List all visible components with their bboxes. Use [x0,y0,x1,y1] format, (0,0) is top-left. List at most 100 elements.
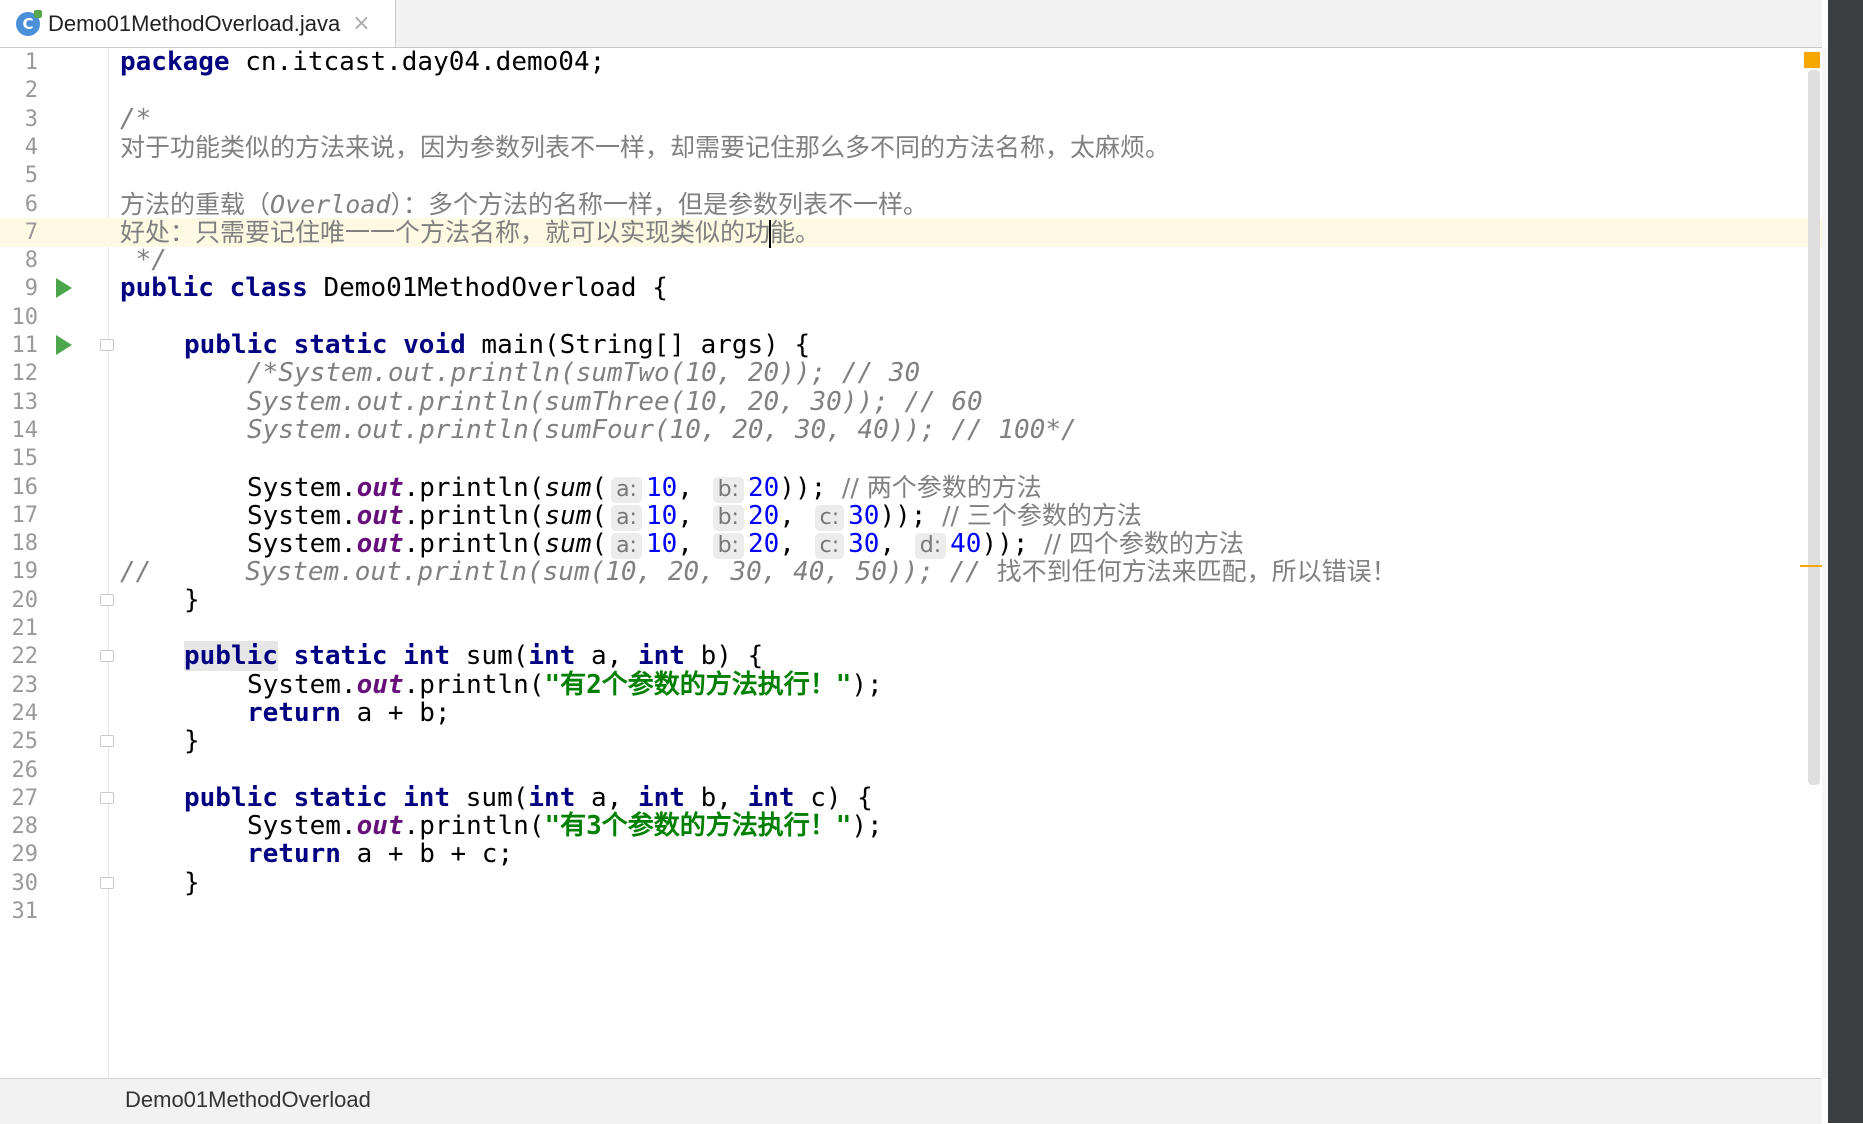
line-number: 1 [24,50,38,75]
line-number: 10 [11,304,39,330]
fold-icon[interactable] [100,791,114,804]
java-class-icon: C [16,9,42,36]
line-number: 13 [11,389,39,415]
param-hint: b: [712,476,744,503]
code-line-7: 7 好处：只需要记住唯一一个方法名称，就可以实现类似的功能。 [0,217,1822,248]
code-line-20: 20 } [0,584,1822,615]
code-line-31: 31 [0,897,1822,926]
code-text: } [184,867,200,898]
breadcrumb-item-class[interactable]: Demo01MethodOverload [125,1087,371,1113]
line-number: 9 [24,276,38,302]
line-number: 12 [11,361,39,387]
code-text: public class Demo01MethodOverload { [120,273,668,304]
code-line-11: 11 public static void main(String[] args… [0,331,1822,360]
code-text: System.out.println(sumThree(10, 20, 30))… [247,386,983,417]
code-line-9: 9 public class Demo01MethodOverload { [0,274,1822,303]
code-line-18: 18 System.out.println(sum(a: 10, b: 20, c:… [0,529,1822,560]
line-number: 7 [24,219,38,245]
code-line-1: 1 package cn.itcast.day04.demo04; [0,48,1822,77]
param-hint: b: [712,504,744,531]
param-hint: a: [611,533,642,560]
line-number: 19 [11,559,39,585]
line-number: 24 [11,700,39,726]
line-number: 31 [11,899,39,924]
line-number: 20 [11,587,39,613]
code-line-6: 6 方法的重载（Overload）：多个方法的名称一样，但是参数列表不一样。 [0,190,1822,219]
code-text: return a + b; [247,697,451,728]
line-number: 3 [24,106,38,132]
run-icon[interactable] [56,335,72,355]
code-text: /* [120,103,152,134]
code-text: 方法的重载（Overload）：多个方法的名称一样，但是参数列表不一样。 [120,189,928,219]
code-line-8: 8 */ [0,246,1822,275]
code-text: System.out.println(sum(a: 10, b: 20, c: 30,… [247,529,1244,560]
tab-demo01methodoverload[interactable]: C Demo01MethodOverload.java × [0,0,396,47]
code-line-21: 21 [0,614,1822,643]
line-number: 2 [24,78,38,104]
code-text: System.out.println("有2个参数的方法执行！"); [247,669,883,700]
code-line-28: 28 System.out.println("有3个参数的方法执行！"); [0,812,1822,841]
line-number: 23 [11,672,39,698]
line-number: 14 [11,417,39,443]
code-line-30: 30 } [0,867,1822,898]
code-line-25: 25 } [0,727,1822,756]
code-line-17: 17 System.out.println(sum(a: 10, b: 20, c:… [0,500,1822,531]
warning-stripe-mark[interactable] [1800,565,1822,567]
code-line-15: 15 [0,444,1822,473]
code-line-4: 4 对于功能类似的方法来说，因为参数列表不一样，却需要记住那么多不同的方法名称，… [0,133,1822,162]
param-hint: c: [814,504,845,531]
code-text: public static int sum(int a, int b) { [184,641,764,672]
code-line-24: 24 return a + b; [0,697,1822,728]
warning-marker-icon[interactable] [1804,52,1820,68]
code-editor[interactable]: 1 package cn.itcast.day04.demo04; 2 3 /*… [0,48,1822,1078]
code-line-27: 27 public static int sum(int a, int b, i… [0,783,1822,813]
line-number: 8 [24,248,38,274]
code-line-14: 14 System.out.println(sumFour(10, 20, 30… [0,414,1822,445]
fold-icon[interactable] [100,735,114,748]
fold-icon[interactable] [100,876,114,889]
param-hint: c: [814,533,845,560]
code-line-13: 13 System.out.println(sumThree(10, 20, 3… [0,386,1822,417]
run-icon[interactable] [56,278,72,299]
code-text: return a + b + c; [247,839,514,870]
line-number: 21 [11,616,39,641]
code-text: 好处：只需要记住唯一一个方法名称，就可以实现类似的功能。 [120,217,821,248]
vertical-scrollbar[interactable] [1808,70,1820,785]
code-line-5: 5 [0,161,1822,190]
line-number: 22 [11,644,39,670]
param-hint: a: [611,504,642,531]
line-number: 28 [11,814,39,840]
code-line-23: 23 System.out.println("有2个参数的方法执行！"); [0,669,1822,700]
code-line-16: 16 System.out.println(sum(a: 10, b: 20)); … [0,472,1822,503]
fold-icon[interactable] [100,339,114,351]
param-hint: d: [914,533,947,560]
line-number: 11 [11,333,39,358]
code-line-29: 29 return a + b + c; [0,840,1822,869]
line-number: 26 [11,757,39,783]
code-text: System.out.println("有3个参数的方法执行！"); [247,811,883,842]
code-text: System.out.println(sum(a: 10, b: 20)); // … [247,472,1042,503]
line-number: 29 [11,842,39,868]
code-text: System.out.println(sum(a: 10, b: 20, c: 30)… [247,500,1142,531]
fold-icon[interactable] [100,593,114,606]
code-line-22: 22 public static int sum(int a, int b) { [0,641,1822,672]
code-text: public static void main(String[] args) { [184,330,811,360]
line-number: 15 [11,446,39,472]
code-line-3: 3 /* [0,103,1822,134]
code-text: } [184,584,200,615]
code-text: } [184,726,200,757]
line-number: 18 [11,531,39,557]
fold-icon[interactable] [100,650,114,663]
code-text: */ [120,245,167,276]
code-line-2: 2 [0,76,1822,105]
line-number: 4 [24,134,38,160]
editor-tab-bar: C Demo01MethodOverload.java × [0,0,1822,48]
close-icon[interactable]: × [352,11,370,36]
line-number: 25 [11,729,39,755]
code-text: System.out.println(sumFour(10, 20, 30, 4… [247,414,1077,445]
code-line-26: 26 [0,756,1822,785]
side-panel [1828,0,1863,1123]
line-number: 17 [11,502,39,528]
tab-label: Demo01MethodOverload.java [48,10,341,36]
line-number: 6 [24,191,38,217]
